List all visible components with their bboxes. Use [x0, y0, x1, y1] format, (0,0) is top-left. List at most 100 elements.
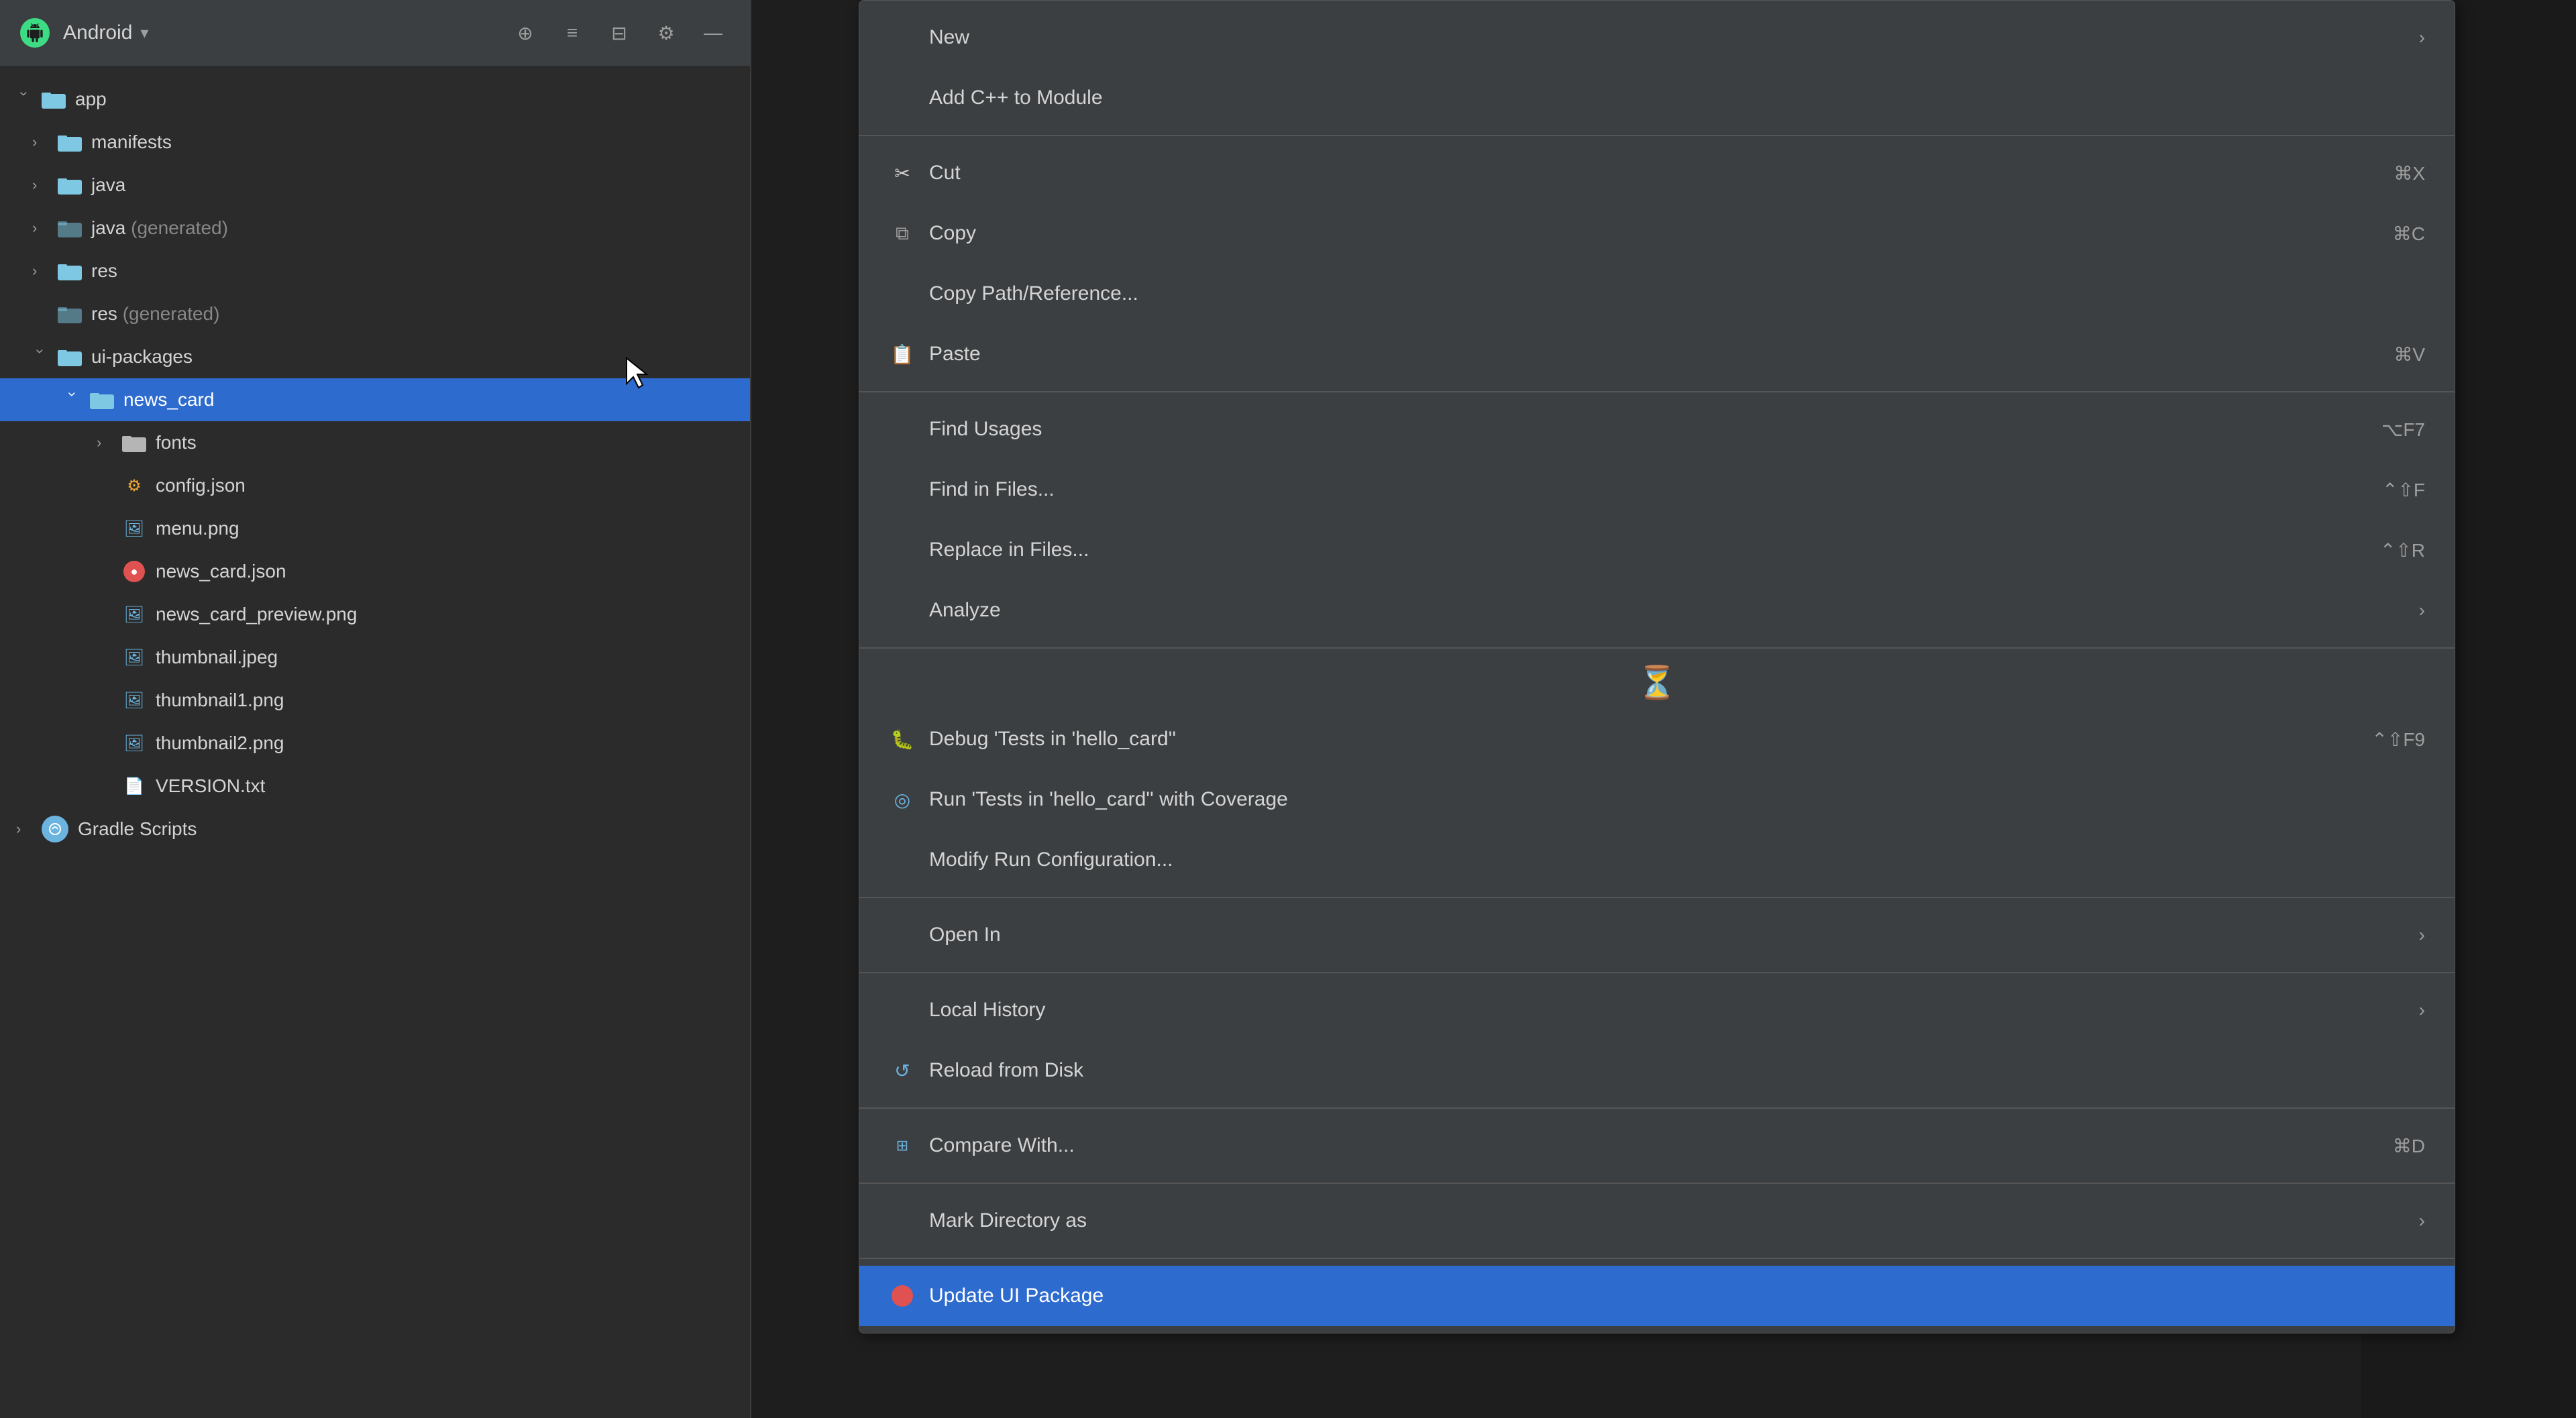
- tree-item-res[interactable]: › res: [0, 250, 750, 292]
- android-icon: [20, 18, 50, 48]
- paste-shortcut: ⌘V: [2394, 343, 2425, 366]
- menu-item-find-in-files[interactable]: Find in Files... ⌃⇧F: [859, 459, 2455, 520]
- folder-icon-app: [42, 90, 66, 109]
- tree-item-ui-packages[interactable]: › ui-packages: [0, 335, 750, 378]
- separator-8: [859, 1258, 2455, 1259]
- menu-label-new: New: [929, 26, 2406, 49]
- menu-label-copy: Copy: [929, 222, 2379, 245]
- tree-label-menu-png: menu.png: [156, 518, 239, 539]
- tree-item-thumbnail-jpeg[interactable]: › 🖼 thumbnail.jpeg: [0, 636, 750, 679]
- tree-item-news-card[interactable]: › news_card: [0, 378, 750, 421]
- tree-item-res-gen[interactable]: › res (generated): [0, 292, 750, 335]
- settings-button[interactable]: ⚙: [649, 16, 683, 50]
- menu-item-mark-dir[interactable]: Mark Directory as ›: [859, 1191, 2455, 1251]
- new-icon: [889, 24, 916, 51]
- local-history-arrow: ›: [2419, 999, 2425, 1021]
- chevron-news-card: ›: [64, 392, 81, 408]
- folder-icon-fonts: [122, 433, 146, 452]
- tree-item-java[interactable]: › java: [0, 164, 750, 207]
- tree-label-news-card-preview: news_card_preview.png: [156, 604, 357, 625]
- folder-icon-ui-packages: [58, 347, 82, 366]
- tree-label-news-card-json: news_card.json: [156, 561, 286, 582]
- separator-3: [859, 647, 2455, 649]
- tree-item-app[interactable]: › app: [0, 78, 750, 121]
- tree-item-thumbnail1-png[interactable]: › 🖼 thumbnail1.png: [0, 679, 750, 722]
- tree-item-manifests[interactable]: › manifests: [0, 121, 750, 164]
- file-icon-menu-png: 🖼: [122, 516, 146, 541]
- menu-item-add-cpp[interactable]: Add C++ to Module: [859, 68, 2455, 128]
- find-usages-icon: [889, 416, 916, 443]
- tree-label-manifests: manifests: [91, 131, 172, 153]
- tree-item-menu-png[interactable]: › 🖼 menu.png: [0, 507, 750, 550]
- menu-item-local-history[interactable]: Local History ›: [859, 980, 2455, 1040]
- file-icon-thumbnail1-png: 🖼: [122, 688, 146, 712]
- menu-item-cut[interactable]: ✂ Cut ⌘X: [859, 143, 2455, 203]
- file-icon-config-json: ⚙: [122, 474, 146, 498]
- file-icon-thumbnail2-png: 🖼: [122, 731, 146, 755]
- separator-2: [859, 391, 2455, 392]
- menu-item-debug[interactable]: 🐛 Debug 'Tests in 'hello_card'' ⌃⇧F9: [859, 709, 2455, 769]
- menu-label-copy-path: Copy Path/Reference...: [929, 282, 2425, 305]
- folder-icon-manifests: [58, 133, 82, 152]
- menu-label-analyze: Analyze: [929, 599, 2406, 622]
- tree-item-config-json[interactable]: › ⚙ config.json: [0, 464, 750, 507]
- chevron-java-gen: ›: [32, 219, 48, 237]
- debug-icon: 🐛: [889, 726, 916, 753]
- gradle-icon: [42, 816, 68, 842]
- menu-item-open-in[interactable]: Open In ›: [859, 905, 2455, 965]
- cut-shortcut: ⌘X: [2394, 162, 2425, 184]
- tree-label-java-gen: java (generated): [91, 217, 228, 239]
- tree-item-thumbnail2-png[interactable]: › 🖼 thumbnail2.png: [0, 722, 750, 765]
- menu-label-open-in: Open In: [929, 924, 2406, 946]
- tree-label-thumbnail1-png: thumbnail1.png: [156, 690, 284, 711]
- toolbar-title[interactable]: Android ▾: [63, 21, 148, 44]
- local-history-icon: [889, 997, 916, 1024]
- menu-item-reload[interactable]: ↺ Reload from Disk: [859, 1040, 2455, 1101]
- folder-icon-java: [58, 176, 82, 195]
- menu-label-modify-run: Modify Run Configuration...: [929, 849, 2425, 871]
- collapse-all-button[interactable]: ≡: [555, 16, 589, 50]
- tree-item-java-gen[interactable]: › java (generated): [0, 207, 750, 250]
- folder-icon-news-card: [90, 390, 114, 409]
- tree-item-gradle[interactable]: › Gradle Scripts: [0, 808, 750, 851]
- menu-item-copy-path[interactable]: Copy Path/Reference...: [859, 264, 2455, 324]
- compare-icon: ⊞: [889, 1132, 916, 1159]
- open-in-arrow: ›: [2419, 924, 2425, 946]
- chevron-ui-packages: ›: [32, 349, 49, 365]
- chevron-java: ›: [32, 176, 48, 194]
- menu-item-replace-in-files[interactable]: Replace in Files... ⌃⇧R: [859, 520, 2455, 580]
- menu-label-compare: Compare With...: [929, 1134, 2379, 1157]
- tree-label-thumbnail2-png: thumbnail2.png: [156, 732, 284, 754]
- tree-item-news-card-json[interactable]: › ● news_card.json: [0, 550, 750, 593]
- analyze-arrow: ›: [2419, 600, 2425, 621]
- menu-item-modify-run[interactable]: Modify Run Configuration...: [859, 830, 2455, 890]
- mark-dir-icon: [889, 1207, 916, 1234]
- menu-label-add-cpp: Add C++ to Module: [929, 87, 2425, 109]
- expand-button[interactable]: ⊟: [602, 16, 636, 50]
- menu-item-paste[interactable]: 📋 Paste ⌘V: [859, 324, 2455, 384]
- menu-item-coverage[interactable]: ◎ Run 'Tests in 'hello_card'' with Cover…: [859, 769, 2455, 830]
- close-button[interactable]: —: [696, 16, 730, 50]
- tree-item-news-card-preview[interactable]: › 🖼 news_card_preview.png: [0, 593, 750, 636]
- tree-item-version-txt[interactable]: › 📄 VERSION.txt: [0, 765, 750, 808]
- sync-button[interactable]: ⊕: [508, 16, 542, 50]
- analyze-icon: [889, 597, 916, 624]
- menu-item-compare[interactable]: ⊞ Compare With... ⌘D: [859, 1115, 2455, 1176]
- folder-icon-res: [58, 262, 82, 280]
- menu-item-copy[interactable]: ⧉ Copy ⌘C: [859, 203, 2455, 264]
- tree-item-fonts[interactable]: › fonts: [0, 421, 750, 464]
- update-ui-icon: [889, 1283, 916, 1309]
- chevron-manifests: ›: [32, 133, 48, 151]
- toolbar-dropdown-arrow[interactable]: ▾: [140, 23, 148, 43]
- menu-item-update-ui[interactable]: Update UI Package: [859, 1266, 2455, 1326]
- menu-label-find-usages: Find Usages: [929, 418, 2368, 441]
- menu-item-analyze[interactable]: Analyze ›: [859, 580, 2455, 641]
- reload-icon: ↺: [889, 1057, 916, 1084]
- file-icon-thumbnail-jpeg: 🖼: [122, 645, 146, 669]
- menu-label-reload: Reload from Disk: [929, 1059, 2425, 1082]
- menu-item-find-usages[interactable]: Find Usages ⌥F7: [859, 399, 2455, 459]
- menu-label-local-history: Local History: [929, 999, 2406, 1022]
- menu-item-new[interactable]: New ›: [859, 7, 2455, 68]
- tree-label-fonts: fonts: [156, 432, 197, 453]
- find-in-files-icon: [889, 476, 916, 503]
